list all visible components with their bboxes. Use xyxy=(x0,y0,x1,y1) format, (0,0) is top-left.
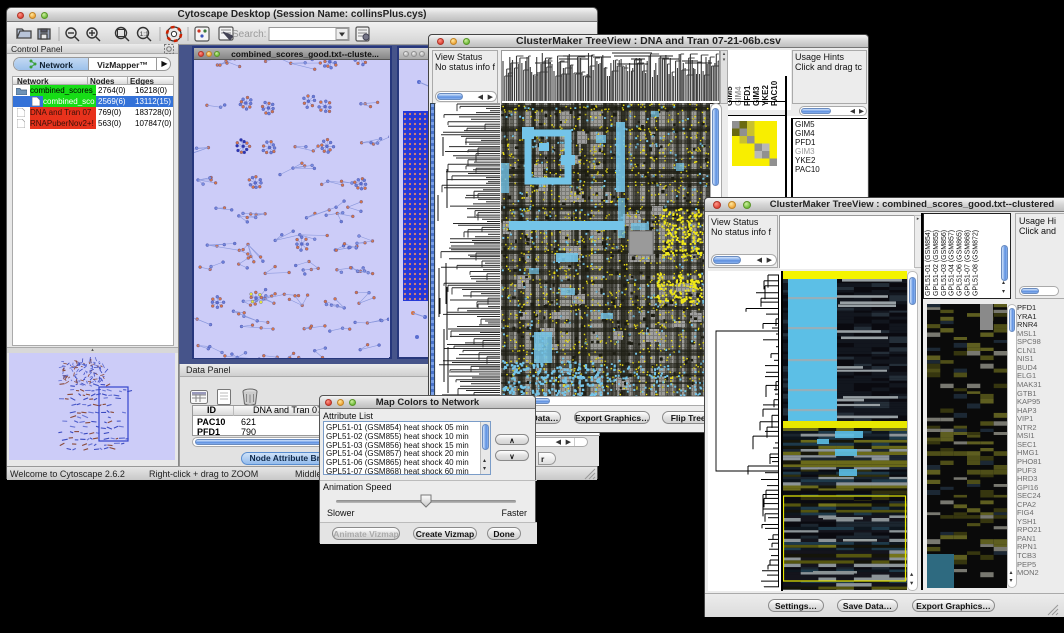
svg-text:GIM3: GIM3 xyxy=(752,86,761,106)
svg-text:GPL51-07 (GSM868): GPL51-07 (GSM868) xyxy=(965,230,972,296)
svg-text:GPL51-06 (GSM865): GPL51-06 (GSM865) xyxy=(957,230,964,296)
svg-text:PFD1: PFD1 xyxy=(743,85,752,106)
svg-text:1:1: 1:1 xyxy=(140,31,149,38)
svg-text:PAC10: PAC10 xyxy=(770,80,779,106)
svg-text:Search:: Search: xyxy=(232,29,266,40)
svg-text:GPL51-02 (GSM855): GPL51-02 (GSM855) xyxy=(933,230,940,296)
svg-text:GIM4: GIM4 xyxy=(734,86,743,106)
svg-text:GPL51-04 (GSM857): GPL51-04 (GSM857) xyxy=(949,230,956,296)
svg-text:YKE2: YKE2 xyxy=(761,85,770,106)
svg-text:GPL51-08 (GSM872): GPL51-08 (GSM872) xyxy=(972,230,979,296)
svg-text:GPL51-03 (GSM856): GPL51-03 (GSM856) xyxy=(941,230,948,296)
svg-text:GPL51-01 (GSM854): GPL51-01 (GSM854) xyxy=(925,230,932,296)
